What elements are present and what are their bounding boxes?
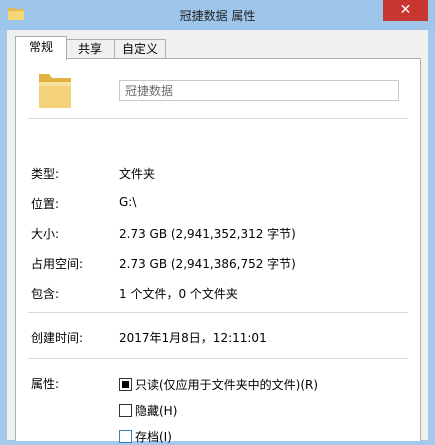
tab-general[interactable]: 常规 xyxy=(15,36,67,60)
folder-name-input[interactable] xyxy=(119,80,399,101)
general-panel: 类型: 文件夹 位置: G:\ 大小: 2.73 GB (2,941,352,3… xyxy=(15,58,421,444)
window-title: 冠捷数据 属性 xyxy=(179,9,256,23)
separator xyxy=(28,358,408,359)
checkbox-indeterminate-mark xyxy=(122,381,129,388)
size-value: 2.73 GB (2,941,352,312 字节) xyxy=(119,227,296,241)
archive-checkbox[interactable] xyxy=(119,430,132,443)
type-label: 类型: xyxy=(31,167,60,181)
dialog-body: 常规 共享 自定义 类型: 文件夹 位置: G:\ 大小: 2.73 GB (2… xyxy=(7,30,428,444)
size-label: 大小: xyxy=(31,227,60,241)
contains-label: 包含: xyxy=(31,287,60,301)
created-value: 2017年1月8日，12:11:01 xyxy=(119,331,267,345)
readonly-checkbox-label[interactable]: 只读(仅应用于文件夹中的文件)(R) xyxy=(135,376,318,393)
title-bar[interactable]: 冠捷数据 属性 ✕ xyxy=(0,0,435,30)
size-on-disk-value: 2.73 GB (2,941,386,752 字节) xyxy=(119,257,296,271)
location-label: 位置: xyxy=(31,197,60,211)
size-on-disk-label: 占用空间: xyxy=(31,257,84,271)
tab-customize[interactable]: 自定义 xyxy=(114,39,166,59)
contains-value: 1 个文件，0 个文件夹 xyxy=(119,287,238,301)
folder-icon xyxy=(39,74,71,108)
separator xyxy=(28,312,408,313)
location-value: G:\ xyxy=(119,195,137,209)
hidden-checkbox[interactable] xyxy=(119,404,132,417)
tab-sharing[interactable]: 共享 xyxy=(65,39,115,59)
attributes-label: 属性: xyxy=(31,377,60,391)
separator xyxy=(28,118,408,119)
archive-checkbox-label[interactable]: 存档(I) xyxy=(135,428,172,445)
created-label: 创建时间: xyxy=(31,331,84,345)
type-value: 文件夹 xyxy=(119,167,156,181)
readonly-checkbox[interactable] xyxy=(119,378,132,391)
hidden-checkbox-label[interactable]: 隐藏(H) xyxy=(135,402,177,419)
close-button[interactable]: ✕ xyxy=(383,0,428,21)
